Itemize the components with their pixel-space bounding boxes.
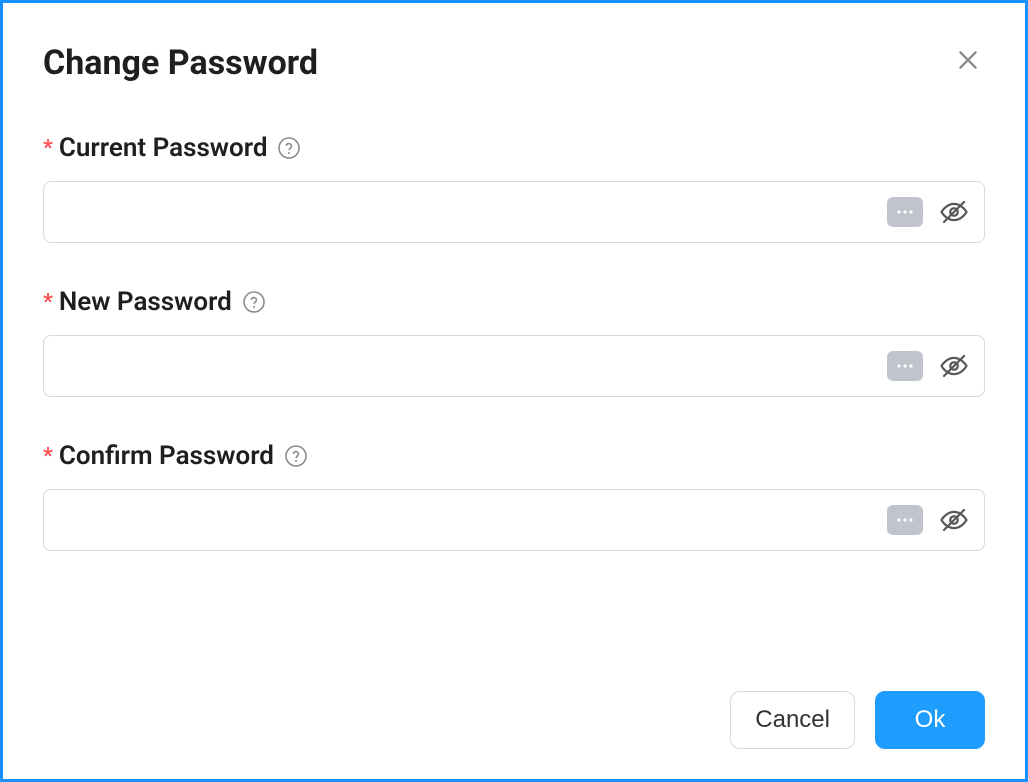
current-password-input-wrap [43, 181, 985, 243]
required-indicator: * [43, 444, 53, 469]
input-icons [887, 505, 969, 535]
current-password-group: * Current Password [43, 133, 985, 243]
confirm-password-input-wrap [43, 489, 985, 551]
current-password-label-row: * Current Password [43, 133, 985, 163]
eye-off-icon [939, 215, 969, 230]
new-password-label: New Password [59, 287, 232, 317]
password-manager-icon[interactable] [887, 197, 923, 227]
input-icons [887, 351, 969, 381]
cancel-button[interactable]: Cancel [730, 691, 855, 749]
new-password-input-wrap [43, 335, 985, 397]
new-password-input[interactable] [43, 335, 985, 397]
new-password-group: * New Password [43, 287, 985, 397]
help-icon[interactable] [277, 136, 301, 160]
close-button[interactable] [951, 43, 985, 77]
ok-button[interactable]: Ok [875, 691, 985, 749]
dialog-title: Change Password [43, 43, 318, 83]
confirm-password-input[interactable] [43, 489, 985, 551]
confirm-password-group: * Confirm Password [43, 441, 985, 551]
eye-off-icon [939, 369, 969, 384]
dialog-footer: Cancel Ok [43, 671, 985, 749]
new-password-label-row: * New Password [43, 287, 985, 317]
close-icon [955, 61, 981, 76]
help-icon[interactable] [242, 290, 266, 314]
toggle-visibility-button[interactable] [939, 505, 969, 535]
toggle-visibility-button[interactable] [939, 197, 969, 227]
dialog-header: Change Password [43, 43, 985, 83]
help-icon[interactable] [284, 444, 308, 468]
input-icons [887, 197, 969, 227]
confirm-password-label: Confirm Password [59, 441, 274, 471]
password-manager-icon[interactable] [887, 351, 923, 381]
password-manager-icon[interactable] [887, 505, 923, 535]
current-password-label: Current Password [59, 133, 268, 163]
toggle-visibility-button[interactable] [939, 351, 969, 381]
eye-off-icon [939, 523, 969, 538]
confirm-password-label-row: * Confirm Password [43, 441, 985, 471]
required-indicator: * [43, 136, 53, 161]
required-indicator: * [43, 290, 53, 315]
current-password-input[interactable] [43, 181, 985, 243]
